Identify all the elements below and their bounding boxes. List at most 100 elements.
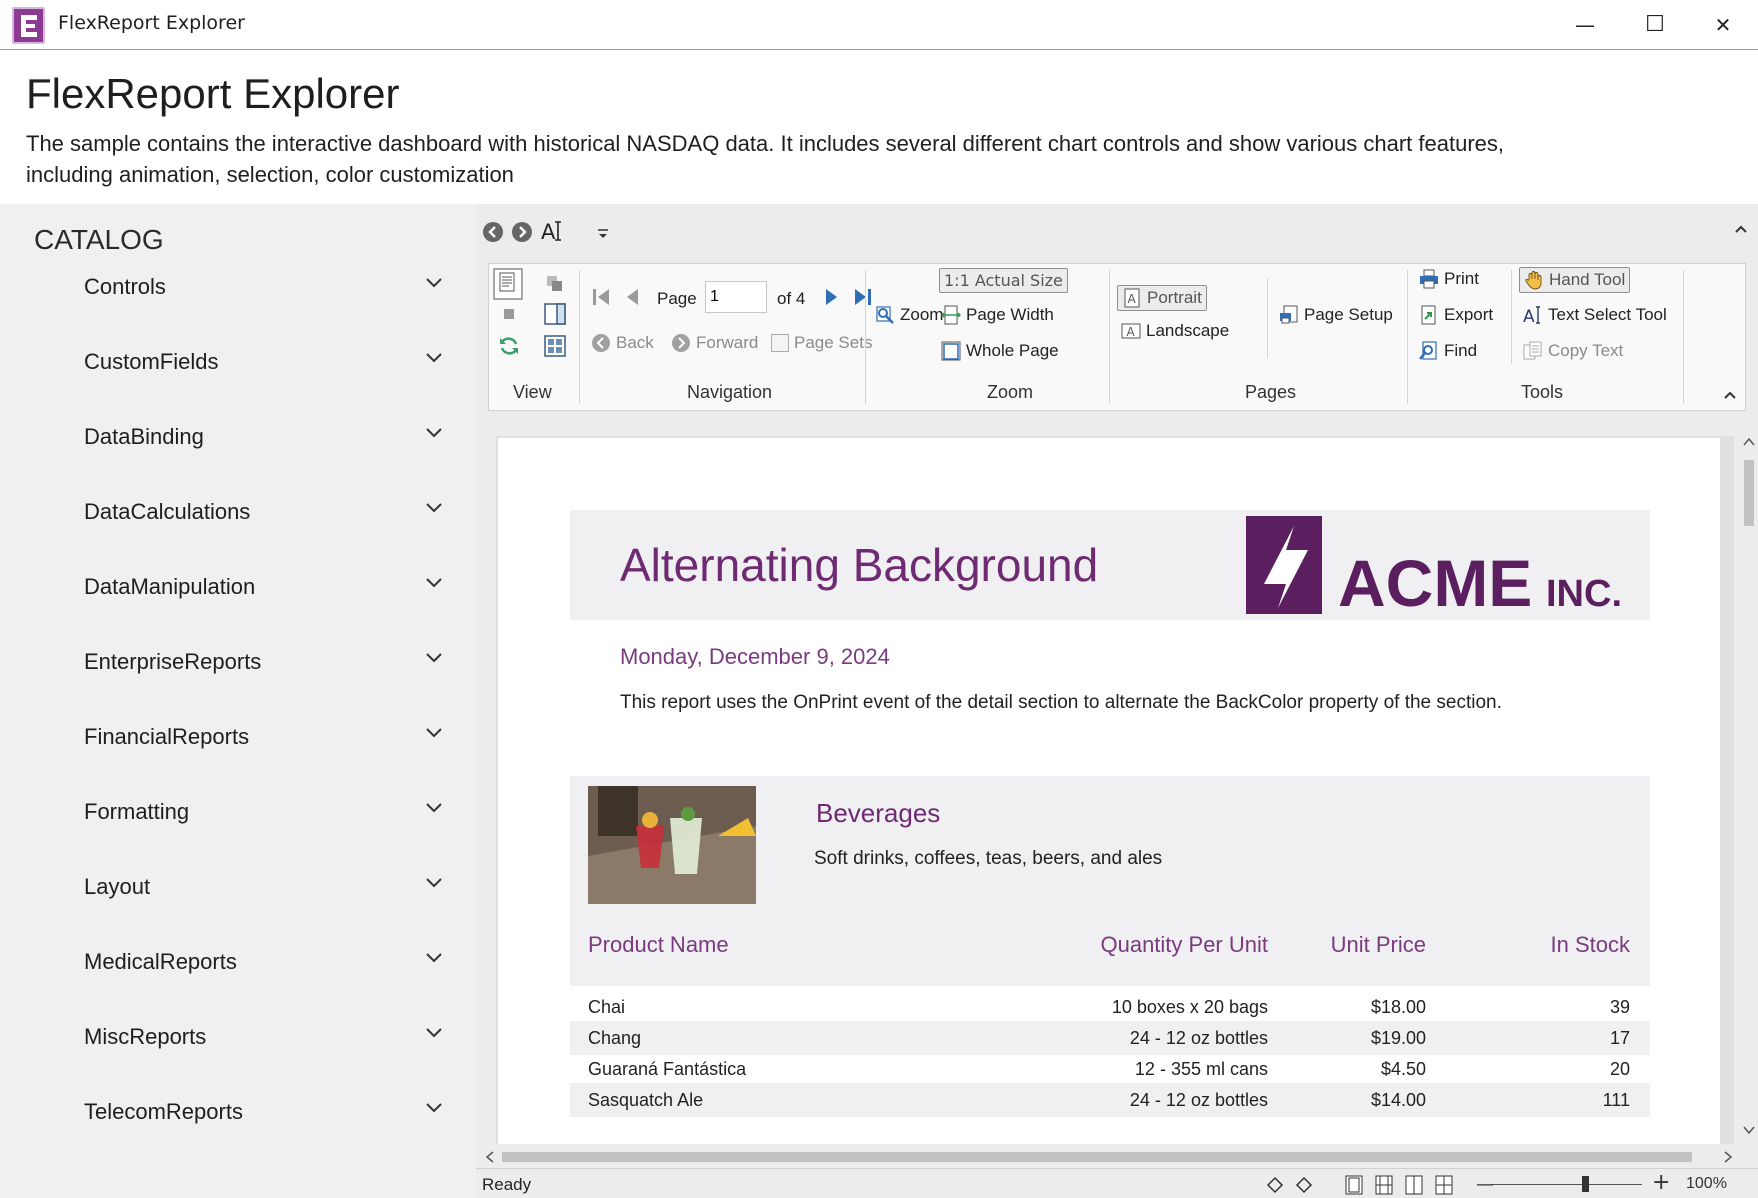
page-layout-icons[interactable] <box>1344 1174 1464 1196</box>
horizontal-scroll-thumb[interactable] <box>502 1152 1692 1162</box>
first-page-icon[interactable] <box>591 286 611 308</box>
stop-icon[interactable] <box>501 306 517 322</box>
svg-text:ACME: ACME <box>1338 546 1532 614</box>
back-circle-icon[interactable] <box>482 221 504 243</box>
catalog-item-formatting[interactable]: Formatting <box>0 777 476 852</box>
vertical-scrollbar[interactable] <box>1740 434 1758 1146</box>
forward-button[interactable]: Forward <box>671 333 758 353</box>
window-title: FlexReport Explorer <box>58 12 245 34</box>
portrait-button[interactable]: A Portrait <box>1117 285 1207 311</box>
report-page-viewport[interactable]: Alternating Background ACME INC. Monday,… <box>496 436 1734 1144</box>
scroll-left-icon[interactable] <box>484 1150 496 1164</box>
scroll-down-icon[interactable] <box>1742 1124 1756 1136</box>
chevron-down-icon[interactable] <box>424 801 444 815</box>
chevron-down-icon[interactable] <box>424 576 444 590</box>
vertical-scroll-thumb[interactable] <box>1744 460 1754 526</box>
text-select-icon[interactable]: A <box>540 218 566 244</box>
hand-tool-button[interactable]: Hand Tool <box>1519 267 1631 293</box>
cell-quantity: 10 boxes x 20 bags <box>1111 997 1268 1017</box>
find-button[interactable]: Find <box>1419 341 1477 361</box>
thumbnails-icon[interactable] <box>545 274 565 294</box>
next-page-icon[interactable] <box>823 286 839 308</box>
svg-text:A: A <box>1523 307 1535 325</box>
catalog-item-controls[interactable]: Controls <box>0 252 476 327</box>
actual-size-button[interactable]: 1:1 Actual Size <box>939 268 1068 293</box>
previous-page-icon[interactable] <box>625 286 641 308</box>
page-header: FlexReport Explorer The sample contains … <box>0 50 1758 204</box>
zoom-button[interactable]: Zoom <box>875 305 943 325</box>
chevron-down-icon[interactable] <box>424 951 444 965</box>
chevron-down-icon[interactable] <box>424 1026 444 1040</box>
chevron-down-icon[interactable] <box>424 276 444 290</box>
text-select-tool-label: Text Select Tool <box>1548 305 1667 324</box>
page-sets-button[interactable]: Page Sets <box>771 333 872 353</box>
chevron-down-icon[interactable] <box>424 651 444 665</box>
page-grid-icon[interactable] <box>543 334 567 358</box>
text-select-tool-button[interactable]: A Text Select Tool <box>1523 305 1667 325</box>
catalog-item-customfields[interactable]: CustomFields <box>0 327 476 402</box>
catalog-item-datacalculations[interactable]: DataCalculations <box>0 477 476 552</box>
acme-logo: ACME INC. <box>1246 516 1626 620</box>
zoom-slider-track[interactable] <box>1492 1184 1642 1185</box>
ribbon-separator <box>1109 270 1110 404</box>
customize-dropdown-icon[interactable] <box>596 228 610 240</box>
chevron-down-icon[interactable] <box>424 1101 444 1115</box>
app-logo-icon <box>12 7 45 44</box>
report-note: This report uses the OnPrint event of th… <box>620 692 1502 713</box>
page-setup-icon <box>1280 305 1298 324</box>
cell-in-stock: 20 <box>1609 1059 1630 1079</box>
page-setup-button[interactable]: Page Setup <box>1279 305 1393 325</box>
export-label: Export <box>1444 305 1494 324</box>
scroll-up-icon[interactable] <box>1742 436 1756 448</box>
chevron-down-icon[interactable] <box>424 876 444 890</box>
ribbon-separator <box>1407 270 1408 404</box>
ribbon-collapse-icon[interactable] <box>1723 390 1737 400</box>
catalog-item-layout[interactable]: Layout <box>0 852 476 927</box>
page-width-button[interactable]: Page Width <box>941 305 1054 325</box>
hand-tool-label: Hand Tool <box>1549 270 1626 289</box>
report-title: Alternating Background <box>620 539 1099 591</box>
collapse-chevron-icon[interactable] <box>1734 224 1748 234</box>
copy-text-button[interactable]: Copy Text <box>1523 341 1623 361</box>
report-date: Monday, December 9, 2024 <box>620 644 890 669</box>
outline-pane-icon[interactable] <box>543 302 567 326</box>
refresh-icon[interactable] <box>497 334 521 358</box>
catalog-item-telecomreports[interactable]: TelecomReports <box>0 1077 476 1152</box>
copy-icon <box>1523 341 1542 360</box>
maximize-button[interactable]: ☐ <box>1638 9 1672 41</box>
landscape-button[interactable]: A Landscape <box>1121 321 1229 341</box>
print-button[interactable]: Print <box>1419 269 1479 289</box>
page-number-input[interactable] <box>705 281 767 313</box>
zoom-out-button[interactable]: — <box>1476 1174 1494 1195</box>
catalog-item-miscreports[interactable]: MiscReports <box>0 1002 476 1077</box>
cell-product-name: Sasquatch Ale <box>588 1090 704 1110</box>
ribbon-separator <box>1267 278 1268 358</box>
close-button[interactable]: ✕ <box>1706 9 1740 41</box>
catalog-item-enterprisereports[interactable]: EnterpriseReports <box>0 627 476 702</box>
catalog-item-label: CustomFields <box>84 349 219 374</box>
find-label: Find <box>1444 341 1478 360</box>
export-button[interactable]: Export <box>1419 305 1493 325</box>
fit-markers-icon[interactable] <box>1266 1176 1314 1194</box>
whole-page-button[interactable]: Whole Page <box>941 341 1059 361</box>
catalog-item-databinding[interactable]: DataBinding <box>0 402 476 477</box>
chevron-down-icon[interactable] <box>424 726 444 740</box>
scroll-right-icon[interactable] <box>1722 1150 1734 1164</box>
minimize-button[interactable]: — <box>1568 9 1602 41</box>
chevron-down-icon[interactable] <box>424 426 444 440</box>
horizontal-scrollbar[interactable] <box>484 1146 1736 1168</box>
back-button[interactable]: Back <box>591 333 654 353</box>
last-page-icon[interactable] <box>853 286 873 308</box>
status-text: Ready <box>482 1175 532 1194</box>
catalog-item-medicalreports[interactable]: MedicalReports <box>0 927 476 1002</box>
zoom-slider-thumb[interactable] <box>1582 1176 1589 1192</box>
catalog-item-datamanipulation[interactable]: DataManipulation <box>0 552 476 627</box>
cell-quantity: 24 - 12 oz bottles <box>1129 1028 1268 1048</box>
chevron-down-icon[interactable] <box>424 501 444 515</box>
document-view-icon[interactable] <box>493 268 523 300</box>
zoom-in-button[interactable]: + <box>1652 1170 1670 1195</box>
page-count-label: of 4 <box>777 289 806 308</box>
chevron-down-icon[interactable] <box>424 351 444 365</box>
forward-circle-icon[interactable] <box>511 221 533 243</box>
catalog-item-financialreports[interactable]: FinancialReports <box>0 702 476 777</box>
